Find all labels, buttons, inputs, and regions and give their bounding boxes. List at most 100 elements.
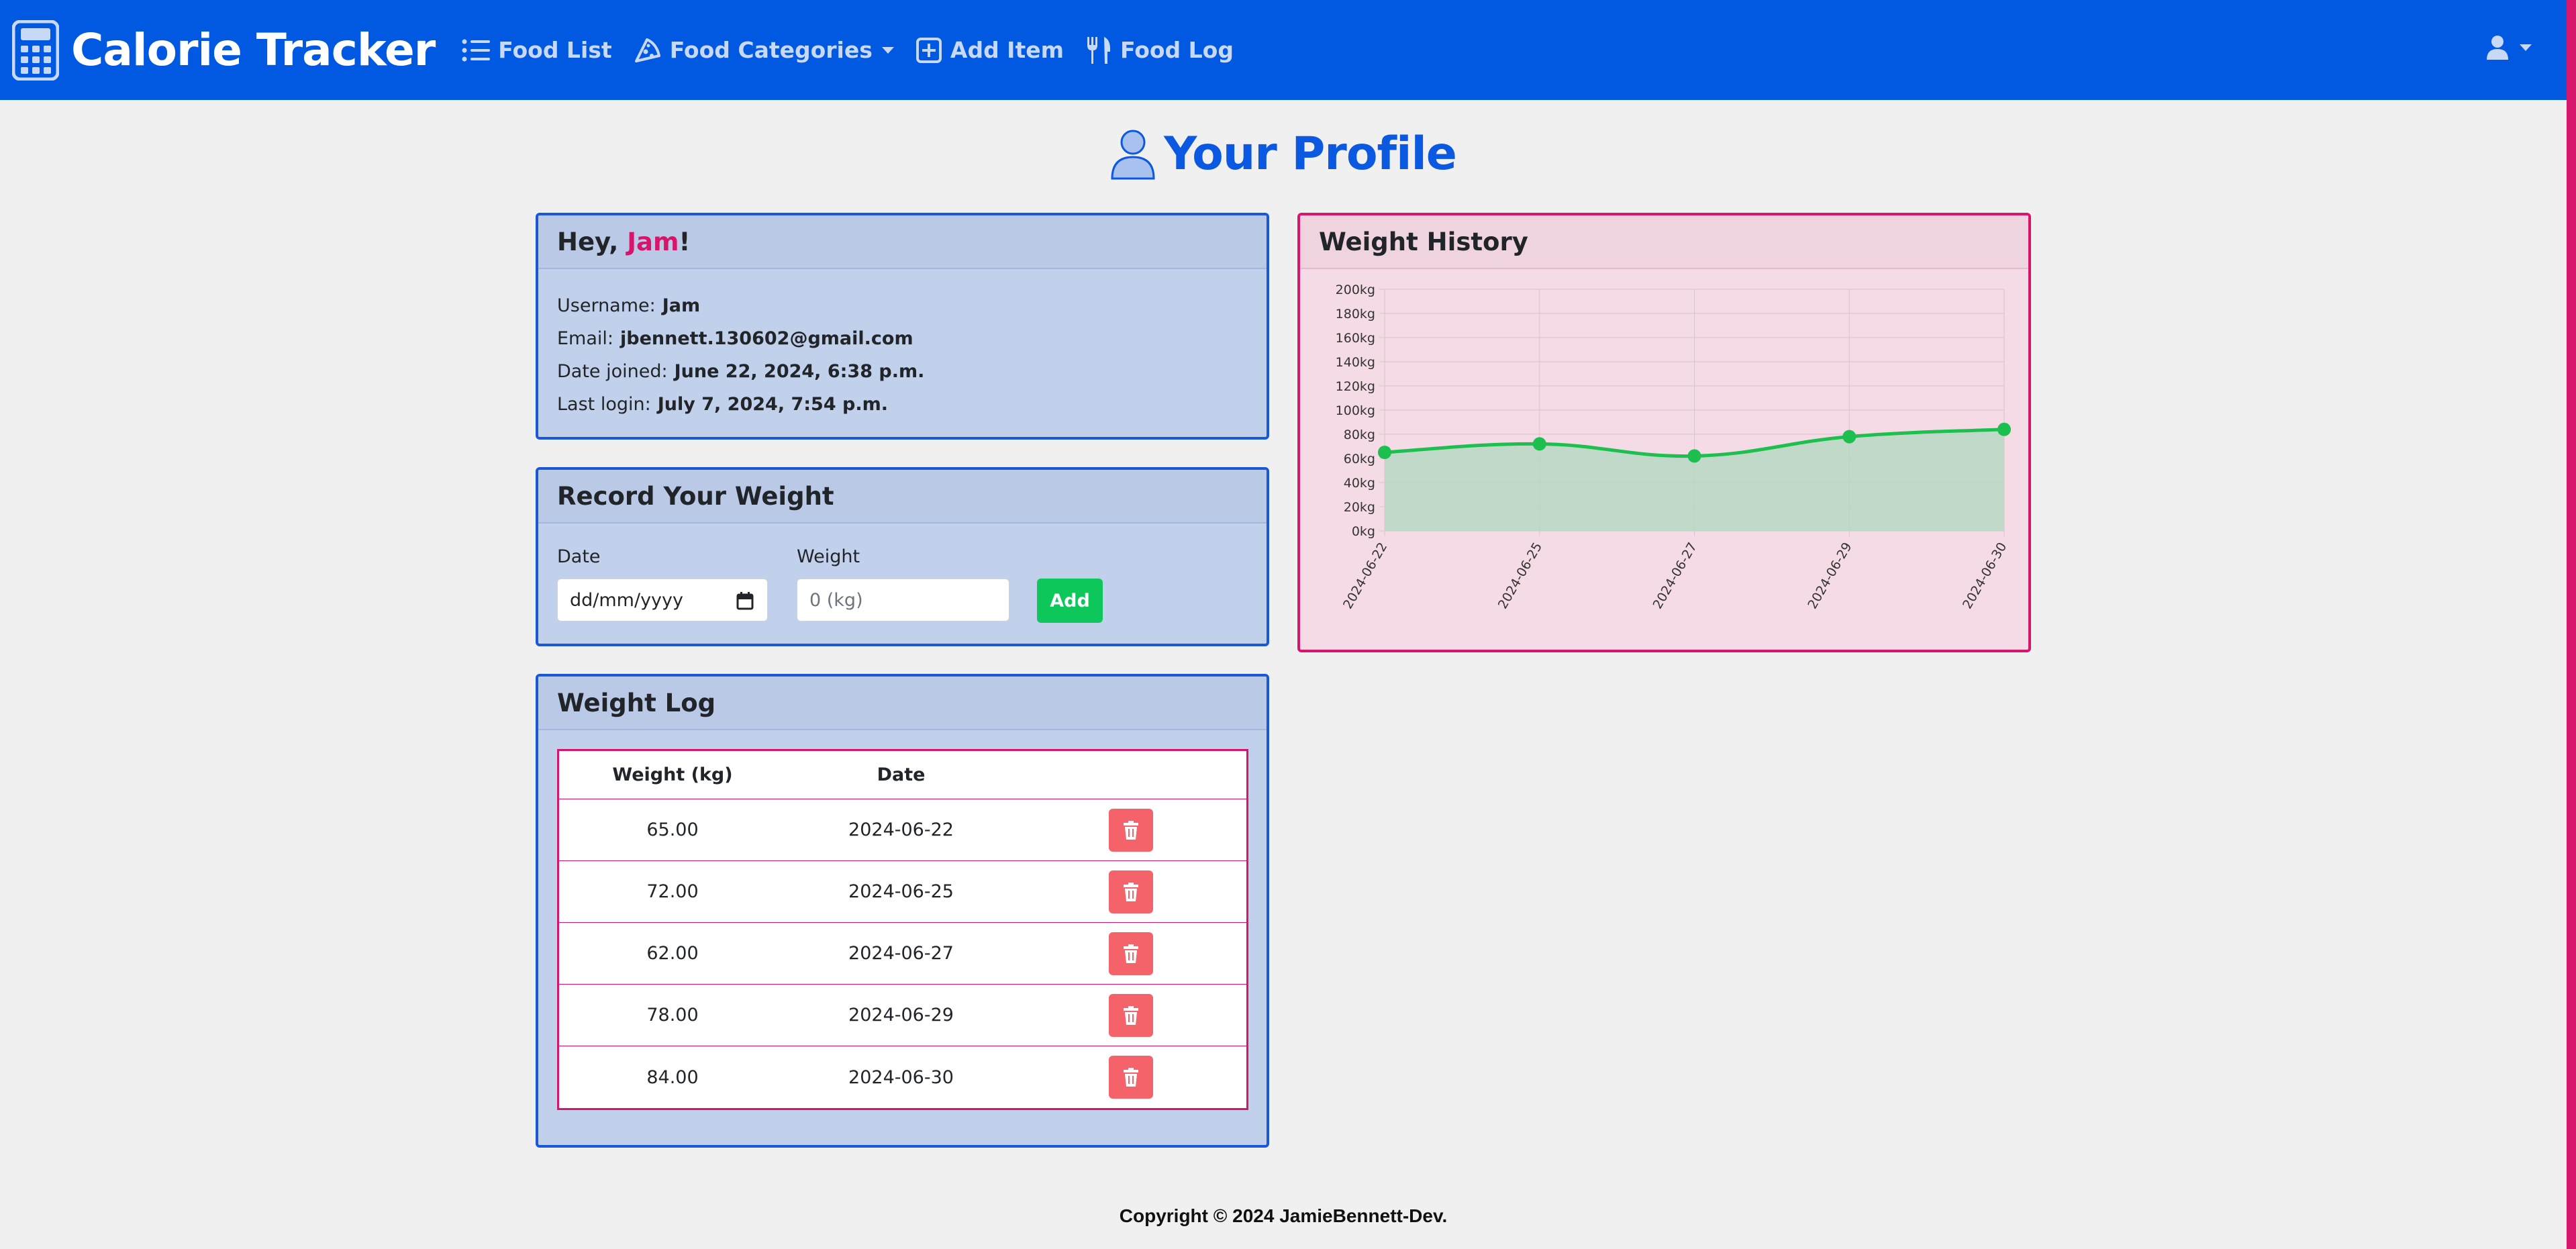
profile-card: Hey, Jam ! Username: Jam Email: jbennett… bbox=[536, 213, 1269, 440]
login-value: July 7, 2024, 7:54 p.m. bbox=[657, 394, 889, 415]
trash-icon bbox=[1124, 1068, 1139, 1087]
brand-title: Calorie Tracker bbox=[71, 24, 436, 76]
weight-label: Weight bbox=[797, 546, 860, 567]
x-tick-label: 2024-06-25 bbox=[1495, 540, 1545, 612]
data-point bbox=[1842, 430, 1856, 444]
user-menu-toggle[interactable] bbox=[2486, 35, 2532, 60]
y-tick-label: 60kg bbox=[1344, 452, 1375, 466]
delete-button[interactable] bbox=[1109, 808, 1154, 852]
header-weight: Weight (kg) bbox=[612, 764, 733, 785]
joined-label: Date joined: bbox=[557, 361, 668, 382]
data-point bbox=[1687, 449, 1701, 463]
weight-history-heading: Weight History bbox=[1300, 215, 2028, 269]
y-tick-label: 80kg bbox=[1344, 428, 1375, 442]
login-row: Last login: July 7, 2024, 7:54 p.m. bbox=[557, 388, 1248, 421]
y-tick-label: 140kg bbox=[1336, 355, 1375, 370]
x-tick-label: 2024-06-22 bbox=[1340, 540, 1390, 612]
row-date: 2024-06-29 bbox=[848, 1005, 954, 1026]
y-tick-label: 40kg bbox=[1344, 476, 1375, 491]
y-tick-label: 0kg bbox=[1352, 524, 1375, 539]
table-row: 62.00 2024-06-27 bbox=[559, 923, 1246, 985]
trash-icon bbox=[1124, 820, 1139, 840]
weight-history-chart: 0kg 20kg 40kg 60kg 80kg 100kg 120kg 140kg 160kg 1… bbox=[1336, 283, 2011, 612]
email-label: Email: bbox=[557, 328, 614, 349]
email-value: jbennett.130602@gmail.com bbox=[620, 328, 913, 349]
record-weight-heading: Record Your Weight bbox=[538, 470, 1267, 523]
calculator-icon bbox=[12, 19, 59, 81]
y-tick-label: 100kg bbox=[1336, 403, 1375, 418]
row-weight: 72.00 bbox=[646, 881, 699, 902]
trash-icon bbox=[1124, 1005, 1139, 1025]
table-row: 65.00 2024-06-22 bbox=[559, 799, 1246, 861]
delete-button[interactable] bbox=[1109, 1056, 1154, 1099]
x-tick-label: 2024-06-30 bbox=[1960, 540, 2010, 612]
weight-history-card: Weight History 0kg 20kg 40kg 60kg 80kg 100kg 1… bbox=[1297, 213, 2031, 652]
page-title: Your Profile bbox=[0, 128, 2567, 181]
row-weight: 62.00 bbox=[646, 943, 699, 964]
delete-button[interactable] bbox=[1109, 932, 1154, 975]
delete-button[interactable] bbox=[1109, 993, 1154, 1037]
pizza-icon bbox=[634, 38, 660, 62]
nav-food-list[interactable]: Food List bbox=[462, 37, 612, 63]
y-tick-label: 160kg bbox=[1336, 331, 1375, 346]
plus-square-icon bbox=[915, 37, 942, 63]
calendar-icon[interactable] bbox=[736, 591, 754, 610]
greeting-prefix: Hey, bbox=[557, 227, 628, 256]
row-weight: 84.00 bbox=[646, 1066, 699, 1088]
greeting-heading: Hey, Jam ! bbox=[538, 215, 1267, 269]
nav-food-list-label: Food List bbox=[498, 37, 612, 63]
row-date: 2024-06-25 bbox=[848, 881, 954, 902]
weight-log-heading: Weight Log bbox=[538, 677, 1267, 730]
date-placeholder: dd/mm/yyyy bbox=[570, 589, 683, 611]
date-input[interactable]: dd/mm/yyyy bbox=[557, 579, 768, 621]
x-tick-label: 2024-06-27 bbox=[1650, 540, 1700, 612]
username-value: Jam bbox=[662, 295, 701, 316]
chevron-down-icon bbox=[881, 46, 894, 54]
footer-copyright: Copyright © 2024 JamieBennett-Dev. bbox=[1119, 1205, 1448, 1226]
navbar: Calorie Tracker Food List Food Categorie… bbox=[0, 0, 2567, 100]
weight-input[interactable]: 0 (kg) bbox=[797, 579, 1009, 621]
table-row: 78.00 2024-06-29 bbox=[559, 985, 1246, 1046]
chevron-down-icon bbox=[2520, 44, 2532, 51]
y-tick-label: 120kg bbox=[1336, 379, 1375, 394]
date-label: Date bbox=[557, 546, 601, 567]
data-point bbox=[1378, 446, 1391, 459]
user-profile-icon bbox=[1111, 130, 1155, 179]
nav-food-log[interactable]: Food Log bbox=[1085, 36, 1234, 65]
trash-icon bbox=[1124, 944, 1139, 963]
data-point bbox=[1532, 437, 1546, 451]
record-weight-card: Record Your Weight Date dd/mm/yyyy Weigh… bbox=[536, 467, 1269, 646]
add-weight-button[interactable]: Add bbox=[1037, 579, 1103, 623]
joined-row: Date joined: June 22, 2024, 6:38 p.m. bbox=[557, 355, 1248, 388]
nav-food-categories-label: Food Categories bbox=[669, 37, 873, 63]
trash-icon bbox=[1124, 882, 1139, 901]
page-title-text: Your Profile bbox=[1164, 128, 1457, 181]
greeting-suffix: ! bbox=[679, 227, 691, 256]
row-date: 2024-06-22 bbox=[848, 819, 954, 840]
nav-add-item-label: Add Item bbox=[950, 37, 1064, 63]
y-tick-label: 20kg bbox=[1344, 500, 1375, 515]
row-weight: 78.00 bbox=[646, 1005, 699, 1026]
utensils-icon bbox=[1087, 36, 1111, 64]
nav-food-log-label: Food Log bbox=[1120, 37, 1234, 63]
y-tick-label: 200kg bbox=[1336, 283, 1375, 297]
nav-add-item[interactable]: Add Item bbox=[915, 37, 1064, 64]
brand-link[interactable]: Calorie Tracker bbox=[12, 19, 436, 81]
page-edge-stripe bbox=[2567, 0, 2576, 1249]
table-row: 72.00 2024-06-25 bbox=[559, 861, 1246, 923]
header-date: Date bbox=[877, 764, 926, 785]
data-point bbox=[1997, 422, 2011, 436]
y-tick-label: 180kg bbox=[1336, 307, 1375, 321]
row-weight: 65.00 bbox=[646, 819, 699, 840]
table-row: 84.00 2024-06-30 bbox=[559, 1046, 1246, 1108]
delete-button[interactable] bbox=[1109, 870, 1154, 913]
table-header: Weight (kg) Date bbox=[559, 751, 1246, 799]
weight-log-table: Weight (kg) Date 65.00 2024-06-22 72.00 … bbox=[557, 749, 1248, 1110]
row-date: 2024-06-27 bbox=[848, 943, 954, 964]
login-label: Last login: bbox=[557, 394, 651, 415]
x-tick-label: 2024-06-29 bbox=[1805, 540, 1854, 612]
nav-food-categories[interactable]: Food Categories bbox=[634, 37, 894, 64]
greeting-name: Jam bbox=[627, 227, 679, 256]
username-label: Username: bbox=[557, 295, 656, 316]
username-row: Username: Jam bbox=[557, 289, 1248, 322]
